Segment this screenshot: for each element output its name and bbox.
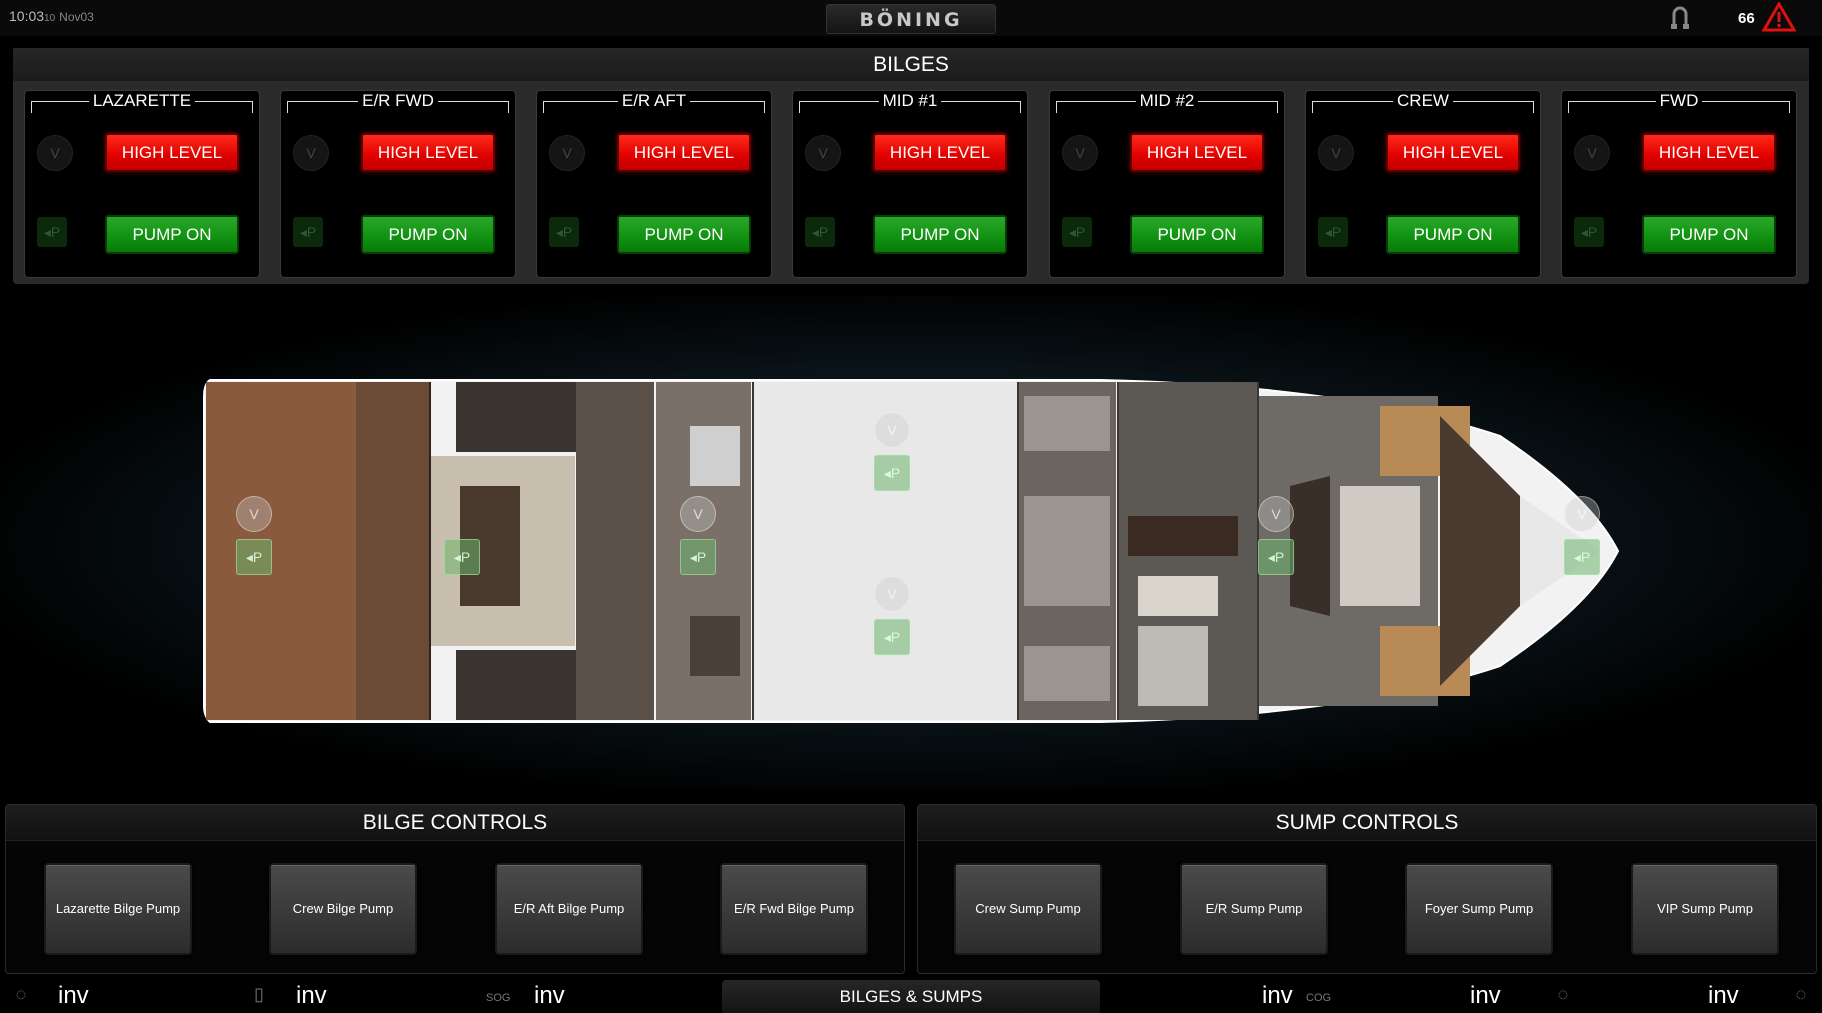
high-level-indicator[interactable]: HIGH LEVEL	[1130, 133, 1264, 172]
status-value: inv	[296, 982, 327, 1009]
clock: 10:0310 Nov03	[9, 8, 94, 24]
pump-icon[interactable]: ◂P	[37, 217, 67, 247]
pump-icon[interactable]: ◂P	[1574, 217, 1604, 247]
anchor-icon[interactable]	[1666, 4, 1694, 32]
bilges-title: BILGES	[13, 48, 1809, 81]
yacht-layout-diagram: V ◂P ◂P V ◂P V ◂P V ◂P V ◂P V ◂P	[0, 296, 1822, 790]
zone-crew: CREW V HIGH LEVEL ◂P PUMP ON	[1305, 90, 1541, 278]
fuel-icon: ▯	[254, 984, 264, 1004]
er-aft-valve-icon[interactable]: V	[680, 496, 716, 532]
valve-icon[interactable]: V	[1574, 135, 1610, 171]
mid-2-pump-icon[interactable]: ◂P	[874, 619, 910, 655]
high-level-indicator[interactable]: HIGH LEVEL	[105, 133, 239, 172]
pump-icon[interactable]: ◂P	[1062, 217, 1092, 247]
zone-title: E/R AFT	[617, 91, 691, 110]
vip-sump-pump-button[interactable]: VIP Sump Pump	[1631, 863, 1779, 955]
pump-icon[interactable]: ◂P	[805, 217, 835, 247]
bottom-status-bar: ◌ inv ▯ inv SOG inv BILGES & SUMPS inv C…	[0, 978, 1822, 1013]
status-value: inv	[1470, 982, 1501, 1009]
zone-lazarette: LAZARETTE V HIGH LEVEL ◂P PUMP ON	[24, 90, 260, 278]
top-bar: 10:0310 Nov03 BÖNING 66	[0, 0, 1822, 36]
high-level-indicator[interactable]: HIGH LEVEL	[361, 133, 495, 172]
clock-seconds: 10	[44, 13, 56, 24]
er-fwd-bilge-pump-button[interactable]: E/R Fwd Bilge Pump	[720, 863, 868, 955]
valve-icon[interactable]: V	[293, 135, 329, 171]
er-fwd-pump-icon[interactable]: ◂P	[444, 539, 480, 575]
zone-title: LAZARETTE	[88, 91, 196, 110]
clock-date: Nov03	[59, 10, 94, 24]
zone-mid-2: MID #2 V HIGH LEVEL ◂P PUMP ON	[1049, 90, 1285, 278]
sog-value: inv	[534, 982, 565, 1009]
mid-2-valve-icon[interactable]: V	[874, 576, 910, 612]
er-sump-pump-button[interactable]: E/R Sump Pump	[1180, 863, 1328, 955]
pump-on-indicator[interactable]: PUMP ON	[617, 215, 751, 254]
mid-1-valve-icon[interactable]: V	[874, 412, 910, 448]
sump-controls-title: SUMP CONTROLS	[918, 805, 1816, 841]
crew-sump-pump-button[interactable]: Crew Sump Pump	[954, 863, 1102, 955]
page-tab-bilges-sumps[interactable]: BILGES & SUMPS	[722, 980, 1100, 1013]
foyer-sump-pump-button[interactable]: Foyer Sump Pump	[1405, 863, 1553, 955]
pump-on-indicator[interactable]: PUMP ON	[361, 215, 495, 254]
high-level-indicator[interactable]: HIGH LEVEL	[1642, 133, 1776, 172]
zone-title: FWD	[1655, 91, 1703, 110]
high-level-indicator[interactable]: HIGH LEVEL	[617, 133, 751, 172]
alarm-warning-icon[interactable]	[1762, 2, 1796, 32]
er-aft-bilge-pump-button[interactable]: E/R Aft Bilge Pump	[495, 863, 643, 955]
cog-label: COG	[1306, 992, 1332, 1004]
depth-icon: ◌	[1795, 984, 1807, 1004]
status-value: inv	[58, 982, 89, 1009]
sog-label: SOG	[486, 992, 511, 1004]
lazarette-bilge-pump-button[interactable]: Lazarette Bilge Pump	[44, 863, 192, 955]
status-value: inv	[1708, 982, 1739, 1009]
pump-on-indicator[interactable]: PUMP ON	[873, 215, 1007, 254]
high-level-indicator[interactable]: HIGH LEVEL	[873, 133, 1007, 172]
fwd-pump-icon[interactable]: ◂P	[1564, 539, 1600, 575]
valve-icon[interactable]: V	[805, 135, 841, 171]
yacht-deck-plan	[203, 379, 1620, 723]
zone-title: MID #2	[1135, 91, 1199, 110]
alarm-count[interactable]: 66	[1738, 10, 1755, 27]
crew-bilge-pump-button[interactable]: Crew Bilge Pump	[269, 863, 417, 955]
clock-time: 10:03	[9, 8, 45, 24]
bilge-controls-panel: BILGE CONTROLS Lazarette Bilge Pump Crew…	[5, 804, 905, 974]
zone-er-fwd: E/R FWD V HIGH LEVEL ◂P PUMP ON	[280, 90, 516, 278]
valve-icon[interactable]: V	[37, 135, 73, 171]
pump-icon[interactable]: ◂P	[293, 217, 323, 247]
valve-icon[interactable]: V	[549, 135, 585, 171]
pump-icon[interactable]: ◂P	[549, 217, 579, 247]
fwd-valve-icon[interactable]: V	[1564, 496, 1600, 532]
lazarette-valve-icon[interactable]: V	[236, 496, 272, 532]
crew-pump-icon[interactable]: ◂P	[1258, 539, 1294, 575]
pump-on-indicator[interactable]: PUMP ON	[1642, 215, 1776, 254]
pump-on-indicator[interactable]: PUMP ON	[1130, 215, 1264, 254]
bilge-controls-title: BILGE CONTROLS	[6, 805, 904, 841]
er-aft-pump-icon[interactable]: ◂P	[680, 539, 716, 575]
pump-icon[interactable]: ◂P	[1318, 217, 1348, 247]
crew-valve-icon[interactable]: V	[1258, 496, 1294, 532]
lazarette-pump-icon[interactable]: ◂P	[236, 539, 272, 575]
bilges-panel: BILGES LAZARETTE V HIGH LEVEL ◂P PUMP ON…	[13, 48, 1809, 284]
zone-title: E/R FWD	[358, 91, 438, 110]
valve-icon[interactable]: V	[1062, 135, 1098, 171]
pump-on-indicator[interactable]: PUMP ON	[1386, 215, 1520, 254]
zone-title: CREW	[1393, 91, 1453, 110]
zone-title: MID #1	[878, 91, 942, 110]
zone-mid-1: MID #1 V HIGH LEVEL ◂P PUMP ON	[792, 90, 1028, 278]
temperature-icon: ◌	[1557, 984, 1569, 1004]
pump-on-indicator[interactable]: PUMP ON	[105, 215, 239, 254]
high-level-indicator[interactable]: HIGH LEVEL	[1386, 133, 1520, 172]
cog-value: inv	[1262, 982, 1293, 1009]
zone-fwd: FWD V HIGH LEVEL ◂P PUMP ON	[1561, 90, 1797, 278]
wind-icon: ◌	[15, 984, 27, 1004]
zone-er-aft: E/R AFT V HIGH LEVEL ◂P PUMP ON	[536, 90, 772, 278]
sump-controls-panel: SUMP CONTROLS Crew Sump Pump E/R Sump Pu…	[917, 804, 1817, 974]
brand-logo[interactable]: BÖNING	[826, 4, 996, 34]
mid-1-pump-icon[interactable]: ◂P	[874, 455, 910, 491]
valve-icon[interactable]: V	[1318, 135, 1354, 171]
